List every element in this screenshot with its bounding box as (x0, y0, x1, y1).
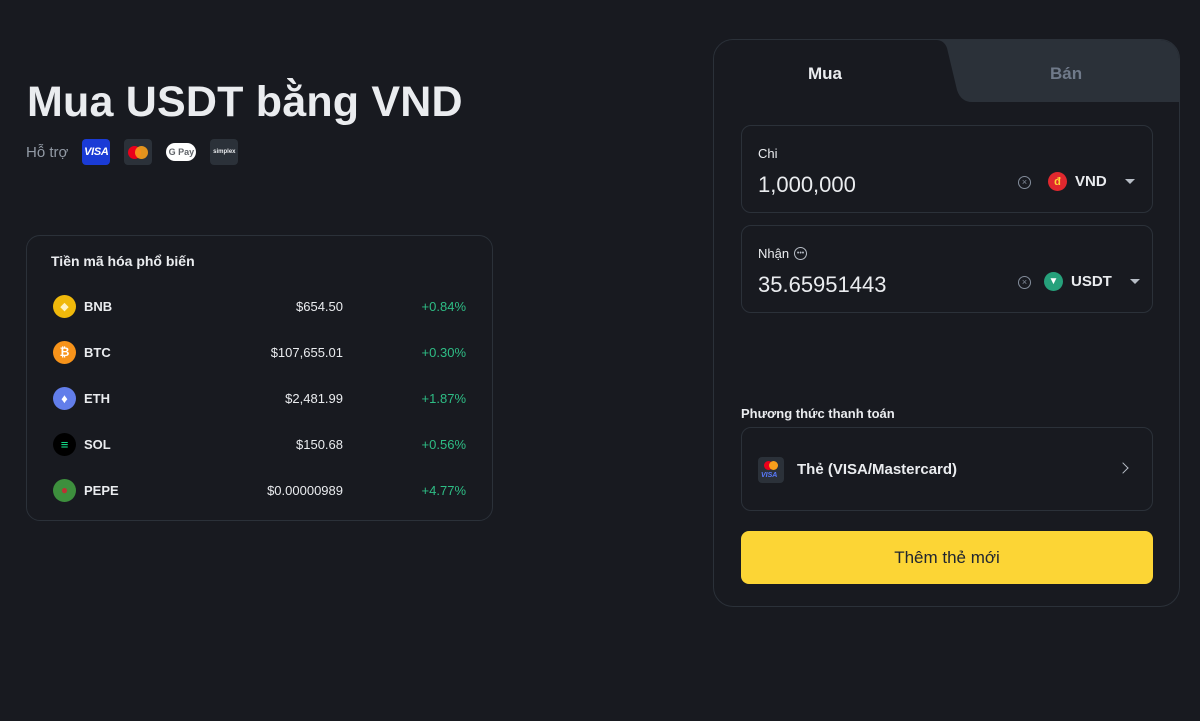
page-title: Mua USDT bằng VND (27, 78, 463, 126)
receive-currency-select[interactable]: ▼ USDT (1044, 272, 1140, 291)
receive-field[interactable]: Nhận ••• 35.65951443 × ▼ USDT (741, 225, 1153, 313)
caret-down-icon (1129, 279, 1140, 284)
active-tab-shape (714, 40, 1179, 130)
currency-code: VND (1075, 173, 1107, 190)
simplex-icon: simplex (210, 139, 239, 165)
chevron-right-icon (1117, 462, 1129, 474)
receive-amount-input[interactable]: 35.65951443 (758, 272, 886, 298)
coin-price: $2,481.99 (285, 390, 343, 406)
clear-icon[interactable]: × (1018, 276, 1031, 289)
support-label: Hỗ trợ (26, 143, 69, 161)
google-pay-icon: G Pay (166, 143, 197, 161)
visa-icon: VISA (82, 139, 111, 165)
coin-row-bnb[interactable]: ◆ BNB $654.50 +0.84% (53, 293, 467, 319)
spend-field[interactable]: Chi 1,000,000 × đ VND (741, 125, 1153, 213)
supported-payments: Hỗ trợ VISA G Pay simplex (26, 139, 252, 165)
coin-row-eth[interactable]: ♦ ETH $2,481.99 +1.87% (53, 385, 467, 411)
trade-card: Mua Bán Chi 1,000,000 × đ VND Nhận ••• 3… (713, 39, 1180, 607)
coin-price: $150.68 (296, 436, 343, 452)
coin-symbol: BNB (84, 298, 113, 314)
coin-row-btc[interactable]: ₿ BTC $107,655.01 +0.30% (53, 339, 467, 365)
tab-buy[interactable]: Mua (808, 64, 842, 84)
coin-price: $0.00000989 (267, 482, 343, 498)
coin-change: +0.56% (421, 436, 466, 452)
spend-amount-input[interactable]: 1,000,000 (758, 172, 856, 198)
coin-row-pepe[interactable]: ● PEPE $0.00000989 +4.77% (53, 477, 467, 503)
page: Mua USDT bằng VND Hỗ trợ VISA G Pay simp… (0, 0, 1200, 721)
clear-icon[interactable]: × (1018, 176, 1031, 189)
payment-method-label: Phương thức thanh toán (741, 406, 895, 421)
payment-method-value: Thẻ (VISA/Mastercard) (797, 461, 958, 478)
bnb-icon: ◆ (53, 294, 76, 318)
coin-symbol: PEPE (84, 482, 119, 498)
caret-down-icon (1124, 179, 1135, 184)
card-icon: VISA (758, 457, 784, 483)
vnd-icon: đ (1048, 172, 1067, 191)
eth-icon: ♦ (53, 386, 76, 410)
coin-symbol: ETH (84, 390, 110, 406)
receive-label: Nhận ••• (758, 246, 808, 261)
popular-crypto-card: Tiền mã hóa phổ biến ◆ BNB $654.50 +0.84… (26, 235, 493, 521)
spend-currency-select[interactable]: đ VND (1048, 172, 1135, 191)
coin-price: $654.50 (296, 298, 343, 314)
coin-symbol: SOL (84, 436, 111, 452)
coin-symbol: BTC (84, 344, 111, 360)
tab-sell[interactable]: Bán (1050, 64, 1082, 84)
coin-row-sol[interactable]: ≡ SOL $150.68 +0.56% (53, 431, 467, 457)
sol-icon: ≡ (53, 432, 76, 456)
coin-change: +4.77% (421, 482, 466, 498)
mastercard-icon (124, 139, 153, 165)
popular-crypto-title: Tiền mã hóa phổ biến (51, 253, 195, 269)
coin-price: $107,655.01 (270, 344, 343, 360)
currency-code: USDT (1071, 273, 1112, 290)
coin-change: +1.87% (421, 390, 466, 406)
spend-label: Chi (758, 146, 778, 161)
payment-method-select[interactable]: VISA Thẻ (VISA/Mastercard) (741, 427, 1153, 511)
add-card-button[interactable]: Thêm thẻ mới (741, 531, 1153, 584)
pepe-icon: ● (53, 478, 76, 502)
more-info-icon[interactable]: ••• (794, 247, 808, 260)
coin-change: +0.30% (421, 344, 466, 360)
coin-change: +0.84% (421, 298, 466, 314)
usdt-icon: ▼ (1044, 272, 1063, 291)
btc-icon: ₿ (53, 340, 76, 364)
